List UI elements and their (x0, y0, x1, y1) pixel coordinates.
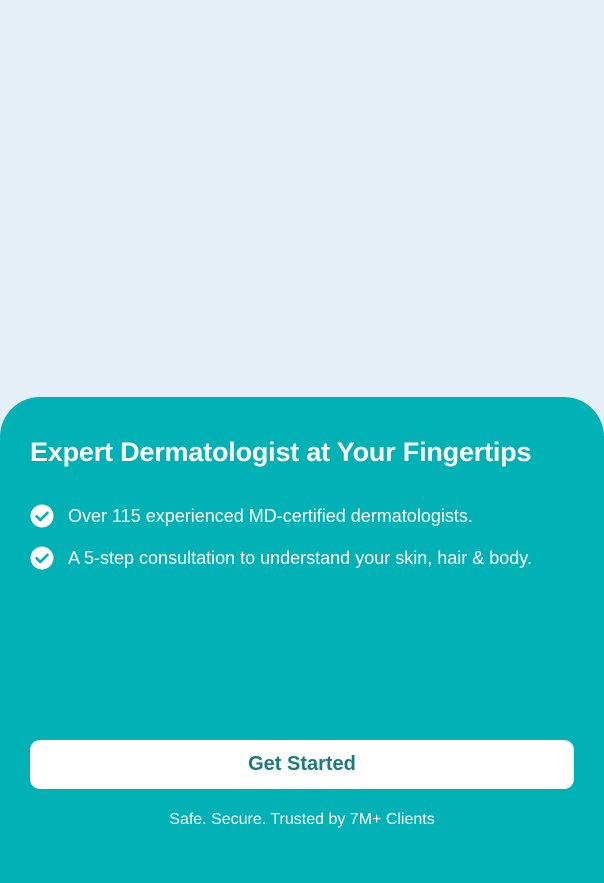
page-title: Expert Dermatologist at Your Fingertips (30, 437, 532, 467)
check-circle-icon (30, 546, 54, 570)
trust-note: Safe. Secure. Trusted by 7M+ Clients (169, 811, 435, 828)
feature-text: Over 115 experienced MD-certified dermat… (68, 505, 473, 526)
hero-illustration-area (0, 0, 604, 420)
feature-item: A 5-step consultation to understand your… (30, 545, 532, 571)
check-circle-icon (30, 504, 54, 528)
get-started-button[interactable]: Get Started (30, 740, 574, 789)
feature-text: A 5-step consultation to understand your… (68, 547, 532, 568)
feature-item: Over 115 experienced MD-certified dermat… (30, 503, 473, 529)
